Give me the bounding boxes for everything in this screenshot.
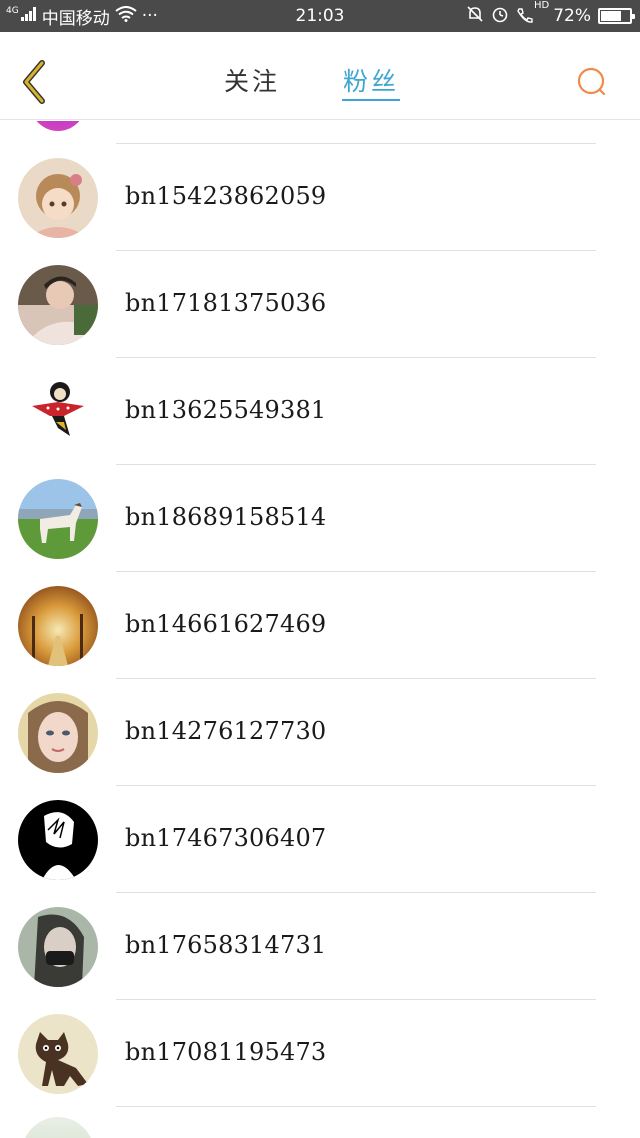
fan-name[interactable]: bn17467306407 xyxy=(125,824,326,852)
list-item[interactable]: bn17181375036 xyxy=(0,251,640,358)
battery-percent: 72% xyxy=(553,6,591,26)
fan-name[interactable]: bn17181375036 xyxy=(125,289,326,317)
avatar[interactable] xyxy=(30,121,86,131)
mute-bell-icon xyxy=(466,5,484,28)
fans-list: bn15423862059 bn17181375036 bn1362554938… xyxy=(0,121,640,1138)
search-icon xyxy=(577,67,606,96)
battery-icon xyxy=(598,8,635,24)
fan-name[interactable]: bn18689158514 xyxy=(125,503,326,531)
network-type: 4G xyxy=(6,5,19,16)
girl-avatar[interactable] xyxy=(18,693,98,773)
list-item[interactable]: bn17081195473 xyxy=(0,1000,640,1107)
list-item[interactable]: bn13625549381 xyxy=(0,358,640,465)
list-item[interactable]: bn18689158514 xyxy=(0,465,640,572)
search-button[interactable] xyxy=(574,64,610,100)
autumn-trees-avatar[interactable] xyxy=(18,586,98,666)
alarm-icon xyxy=(491,5,509,28)
list-item[interactable]: bn17467306407 xyxy=(0,786,640,893)
doll-avatar[interactable] xyxy=(18,158,98,238)
signal-icon xyxy=(20,6,37,26)
chevron-left-icon xyxy=(23,60,45,104)
tab-follow[interactable]: 关注 xyxy=(224,62,280,102)
battery-level xyxy=(601,11,622,21)
fan-name[interactable]: bn13625549381 xyxy=(125,396,326,424)
masked-girl-avatar[interactable] xyxy=(18,907,98,987)
status-bar: 4G 中国移动 ··· 21:03 HD 72% xyxy=(0,0,640,32)
cat-avatar[interactable] xyxy=(18,1014,98,1094)
more-indicator: ··· xyxy=(141,6,158,26)
tab-fans[interactable]: 粉丝 xyxy=(343,62,399,102)
horse-avatar[interactable] xyxy=(18,479,98,559)
list-item[interactable]: bn15423862059 xyxy=(0,144,640,251)
back-button[interactable] xyxy=(14,58,54,106)
list-item[interactable]: bn14661627469 xyxy=(0,572,640,679)
cartoon-bird-avatar[interactable] xyxy=(18,372,98,452)
carrier-name: 中国移动 xyxy=(41,8,110,29)
fan-name[interactable]: bn15423862059 xyxy=(125,182,326,210)
list-item[interactable]: bn14276127730 xyxy=(0,679,640,786)
active-tab-indicator xyxy=(342,99,400,101)
man-avatar[interactable] xyxy=(18,265,98,345)
list-item[interactable]: bn17658314731 xyxy=(0,893,640,1000)
wifi-icon xyxy=(115,5,137,27)
top-nav-bar: 关注 粉丝 xyxy=(0,32,640,120)
avatar[interactable] xyxy=(22,1117,94,1138)
fan-name[interactable]: bn17658314731 xyxy=(125,931,326,959)
fan-name[interactable]: bn14661627469 xyxy=(125,610,326,638)
anime-boy-avatar[interactable] xyxy=(18,800,98,880)
clock: 21:03 xyxy=(295,6,345,26)
hd-label: HD xyxy=(533,0,550,11)
fan-name[interactable]: bn14276127730 xyxy=(125,717,326,745)
hd-call-icon: HD xyxy=(516,1,549,25)
divider xyxy=(116,1106,596,1107)
fan-name[interactable]: bn17081195473 xyxy=(125,1038,326,1066)
